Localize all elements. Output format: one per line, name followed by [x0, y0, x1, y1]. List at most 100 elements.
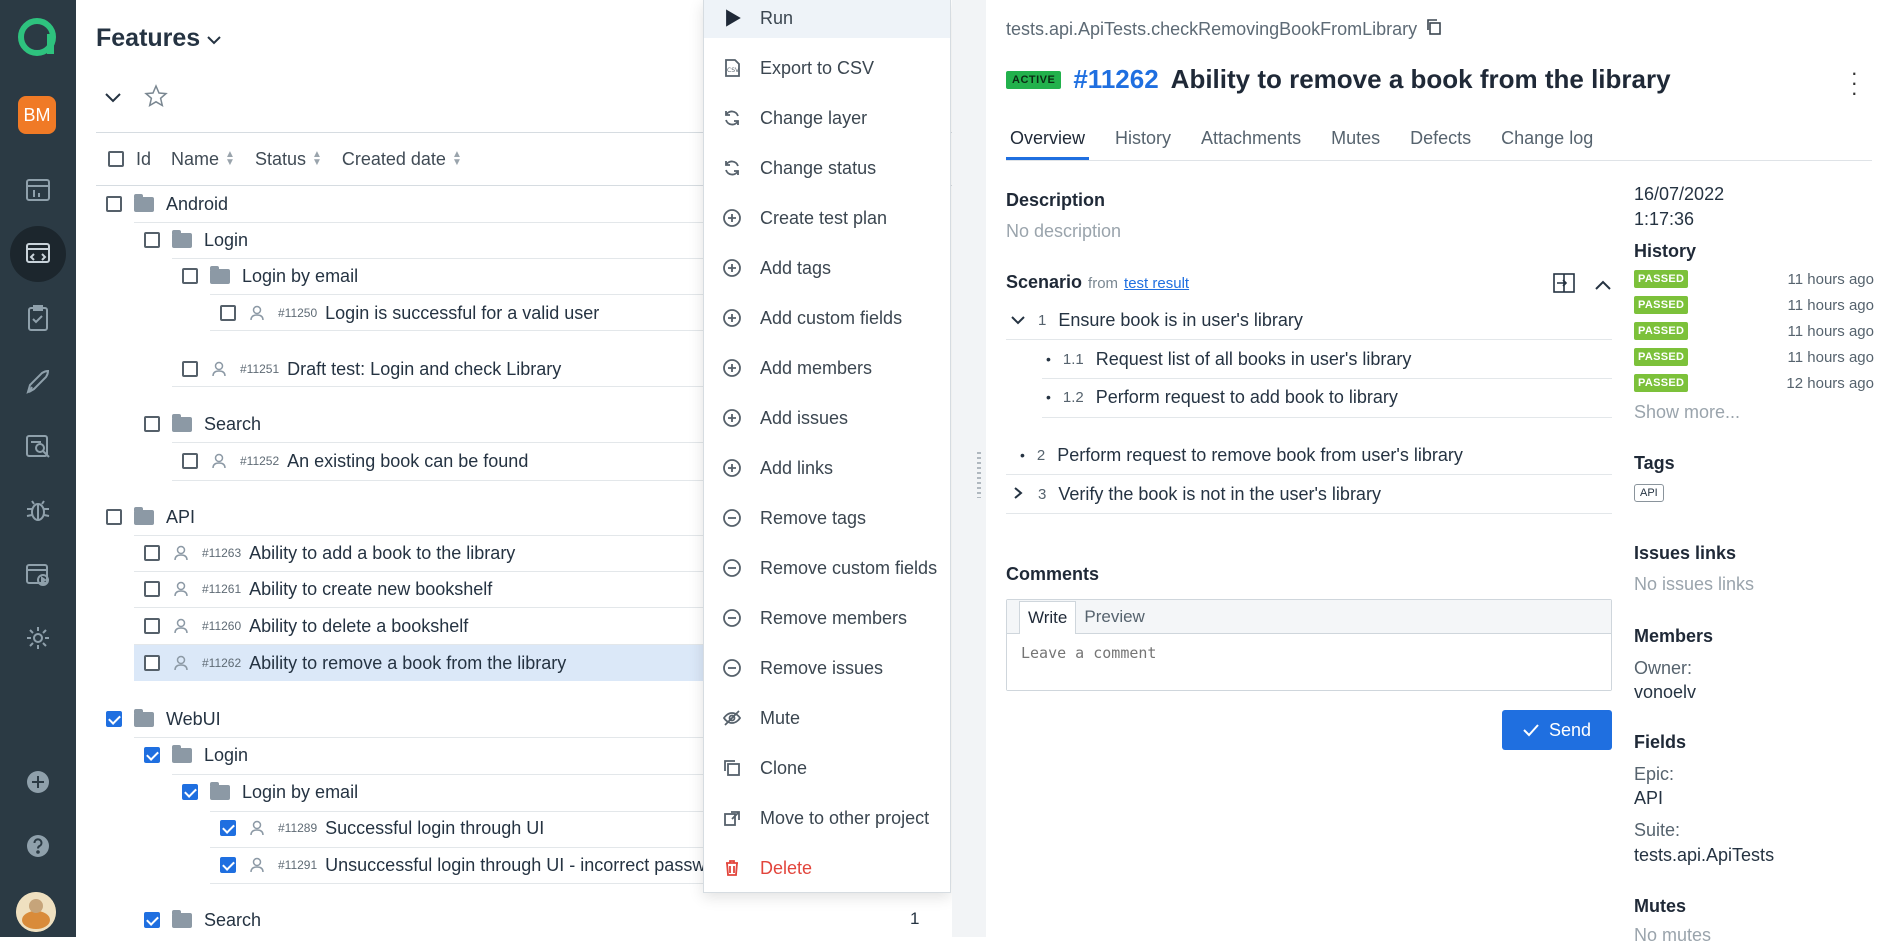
- more-actions-kebab-icon[interactable]: · · ·: [1851, 62, 1858, 104]
- collapse-all-chevron-icon[interactable]: [104, 89, 122, 109]
- test-case-row[interactable]: #11260 Ability to delete a bookshelf: [144, 609, 468, 643]
- row-checkbox-checked[interactable]: [220, 857, 236, 873]
- tab-defects[interactable]: Defects: [1406, 122, 1475, 160]
- tree-group-webui-login[interactable]: Login: [144, 738, 248, 772]
- tree-group-android-login[interactable]: Login: [144, 223, 248, 257]
- test-plans-icon[interactable]: [10, 290, 66, 346]
- settings-gear-icon[interactable]: [10, 610, 66, 666]
- tab-overview[interactable]: Overview: [1006, 122, 1090, 160]
- history-entry[interactable]: PASSED 11 hours ago: [1634, 293, 1874, 317]
- row-checkbox-checked[interactable]: [144, 747, 160, 763]
- menu-item-remove-issues[interactable]: Remove issues: [704, 648, 950, 688]
- jobs-icon[interactable]: [10, 546, 66, 602]
- row-checkbox[interactable]: [106, 509, 122, 525]
- history-entry[interactable]: PASSED 12 hours ago: [1634, 371, 1874, 395]
- tree-view-selector[interactable]: Features: [96, 24, 222, 53]
- test-cases-icon[interactable]: [10, 226, 66, 282]
- compare-scenario-icon[interactable]: [1552, 271, 1576, 300]
- project-avatar[interactable]: BM: [18, 96, 56, 134]
- menu-item-delete[interactable]: Delete: [704, 848, 950, 888]
- send-button[interactable]: Send: [1502, 710, 1612, 750]
- test-case-row[interactable]: #11261 Ability to create new bookshelf: [144, 572, 492, 606]
- menu-item-remove-members[interactable]: Remove members: [704, 598, 950, 638]
- tree-group-api[interactable]: API: [106, 500, 195, 534]
- test-case-row-selected[interactable]: #11262 Ability to remove a book from the …: [144, 646, 566, 680]
- tab-history[interactable]: History: [1111, 122, 1175, 160]
- history-entry[interactable]: PASSED 11 hours ago: [1634, 267, 1874, 291]
- column-id[interactable]: Id: [136, 149, 151, 170]
- test-case-row[interactable]: #11252 An existing book can be found: [182, 444, 528, 478]
- row-checkbox-checked[interactable]: [182, 784, 198, 800]
- add-plus-icon[interactable]: [10, 754, 66, 810]
- tab-write[interactable]: Write: [1019, 601, 1077, 634]
- scenario-step[interactable]: 3 Verify the book is not in the user's l…: [1010, 477, 1381, 511]
- test-result-link[interactable]: test result: [1124, 275, 1189, 292]
- test-case-row[interactable]: #11251 Draft test: Login and check Librar…: [182, 352, 561, 386]
- column-status[interactable]: Status ▲ ▼: [255, 149, 322, 170]
- collapse-scenario-icon[interactable]: [1594, 276, 1612, 296]
- test-case-row[interactable]: #11263 Ability to add a book to the libra…: [144, 536, 515, 570]
- test-case-row[interactable]: #11291 Unsuccessful login through UI - in…: [220, 848, 715, 882]
- test-case-row[interactable]: #11289 Successful login through UI: [220, 811, 544, 845]
- menu-item-remove-custom-fields[interactable]: Remove custom fields: [704, 548, 950, 588]
- row-checkbox-checked[interactable]: [220, 820, 236, 836]
- column-name[interactable]: Name ▲ ▼: [171, 149, 235, 170]
- dashboards-icon[interactable]: [10, 162, 66, 218]
- history-entry[interactable]: PASSED 11 hours ago: [1634, 345, 1874, 369]
- select-all-checkbox[interactable]: [108, 151, 124, 167]
- column-created-date[interactable]: Created date ▲ ▼: [342, 149, 462, 170]
- menu-item-add-issues[interactable]: Add issues: [704, 398, 950, 438]
- tab-change-log[interactable]: Change log: [1497, 122, 1597, 160]
- show-more-link[interactable]: Show more...: [1634, 402, 1740, 423]
- menu-item-add-custom-fields[interactable]: Add custom fields: [704, 298, 950, 338]
- tree-group-android-search[interactable]: Search: [144, 407, 261, 441]
- menu-item-add-tags[interactable]: Add tags: [704, 248, 950, 288]
- menu-item-clone[interactable]: Clone: [704, 748, 950, 788]
- row-checkbox[interactable]: [182, 453, 198, 469]
- menu-item-change-layer[interactable]: Change layer: [704, 98, 950, 138]
- chevron-right-icon[interactable]: [1010, 484, 1026, 505]
- scenario-substep[interactable]: • 1.1 Request list of all books in user'…: [1046, 342, 1411, 376]
- scenario-step[interactable]: • 2 Perform request to remove book from …: [1020, 438, 1463, 472]
- app-logo[interactable]: [16, 16, 58, 58]
- row-checkbox-checked[interactable]: [106, 711, 122, 727]
- analytics-icon[interactable]: [10, 418, 66, 474]
- row-checkbox[interactable]: [144, 416, 160, 432]
- tab-attachments[interactable]: Attachments: [1197, 122, 1305, 160]
- menu-item-add-links[interactable]: Add links: [704, 448, 950, 488]
- menu-item-change-status[interactable]: Change status: [704, 148, 950, 188]
- user-avatar[interactable]: [16, 892, 56, 932]
- tab-preview[interactable]: Preview: [1076, 601, 1152, 633]
- menu-item-move-project[interactable]: Move to other project: [704, 798, 950, 838]
- tree-group-webui-search[interactable]: Search: [144, 903, 261, 937]
- row-checkbox[interactable]: [182, 268, 198, 284]
- test-case-row[interactable]: #11250 Login is successful for a valid us…: [220, 296, 599, 330]
- row-checkbox[interactable]: [144, 232, 160, 248]
- tree-group-webui[interactable]: WebUI: [106, 702, 221, 736]
- copy-icon[interactable]: [1425, 18, 1443, 41]
- history-entry[interactable]: PASSED 11 hours ago: [1634, 319, 1874, 343]
- tree-group-android-login-by-email[interactable]: Login by email: [182, 259, 358, 293]
- scenario-substep[interactable]: • 1.2 Perform request to add book to lib…: [1046, 380, 1398, 414]
- menu-item-add-members[interactable]: Add members: [704, 348, 950, 388]
- tree-group-webui-login-by-email[interactable]: Login by email: [182, 775, 358, 809]
- menu-item-remove-tags[interactable]: Remove tags: [704, 498, 950, 538]
- help-icon[interactable]: [10, 818, 66, 874]
- menu-item-mute[interactable]: Mute: [704, 698, 950, 738]
- menu-item-export-csv[interactable]: CSV Export to CSV: [704, 48, 950, 88]
- row-checkbox[interactable]: [144, 581, 160, 597]
- row-checkbox[interactable]: [144, 545, 160, 561]
- scenario-step[interactable]: 1 Ensure book is in user's library: [1010, 303, 1303, 337]
- comment-input[interactable]: [1007, 634, 1611, 690]
- tag-chip[interactable]: API: [1634, 484, 1664, 502]
- row-checkbox[interactable]: [182, 361, 198, 377]
- tree-group-android[interactable]: Android: [106, 187, 228, 221]
- row-checkbox[interactable]: [144, 655, 160, 671]
- chevron-down-icon[interactable]: [1010, 310, 1026, 331]
- launches-icon[interactable]: [10, 354, 66, 410]
- favorite-star-icon[interactable]: [144, 84, 168, 113]
- defects-bug-icon[interactable]: [10, 482, 66, 538]
- tab-mutes[interactable]: Mutes: [1327, 122, 1384, 160]
- row-checkbox[interactable]: [144, 618, 160, 634]
- row-checkbox[interactable]: [220, 305, 236, 321]
